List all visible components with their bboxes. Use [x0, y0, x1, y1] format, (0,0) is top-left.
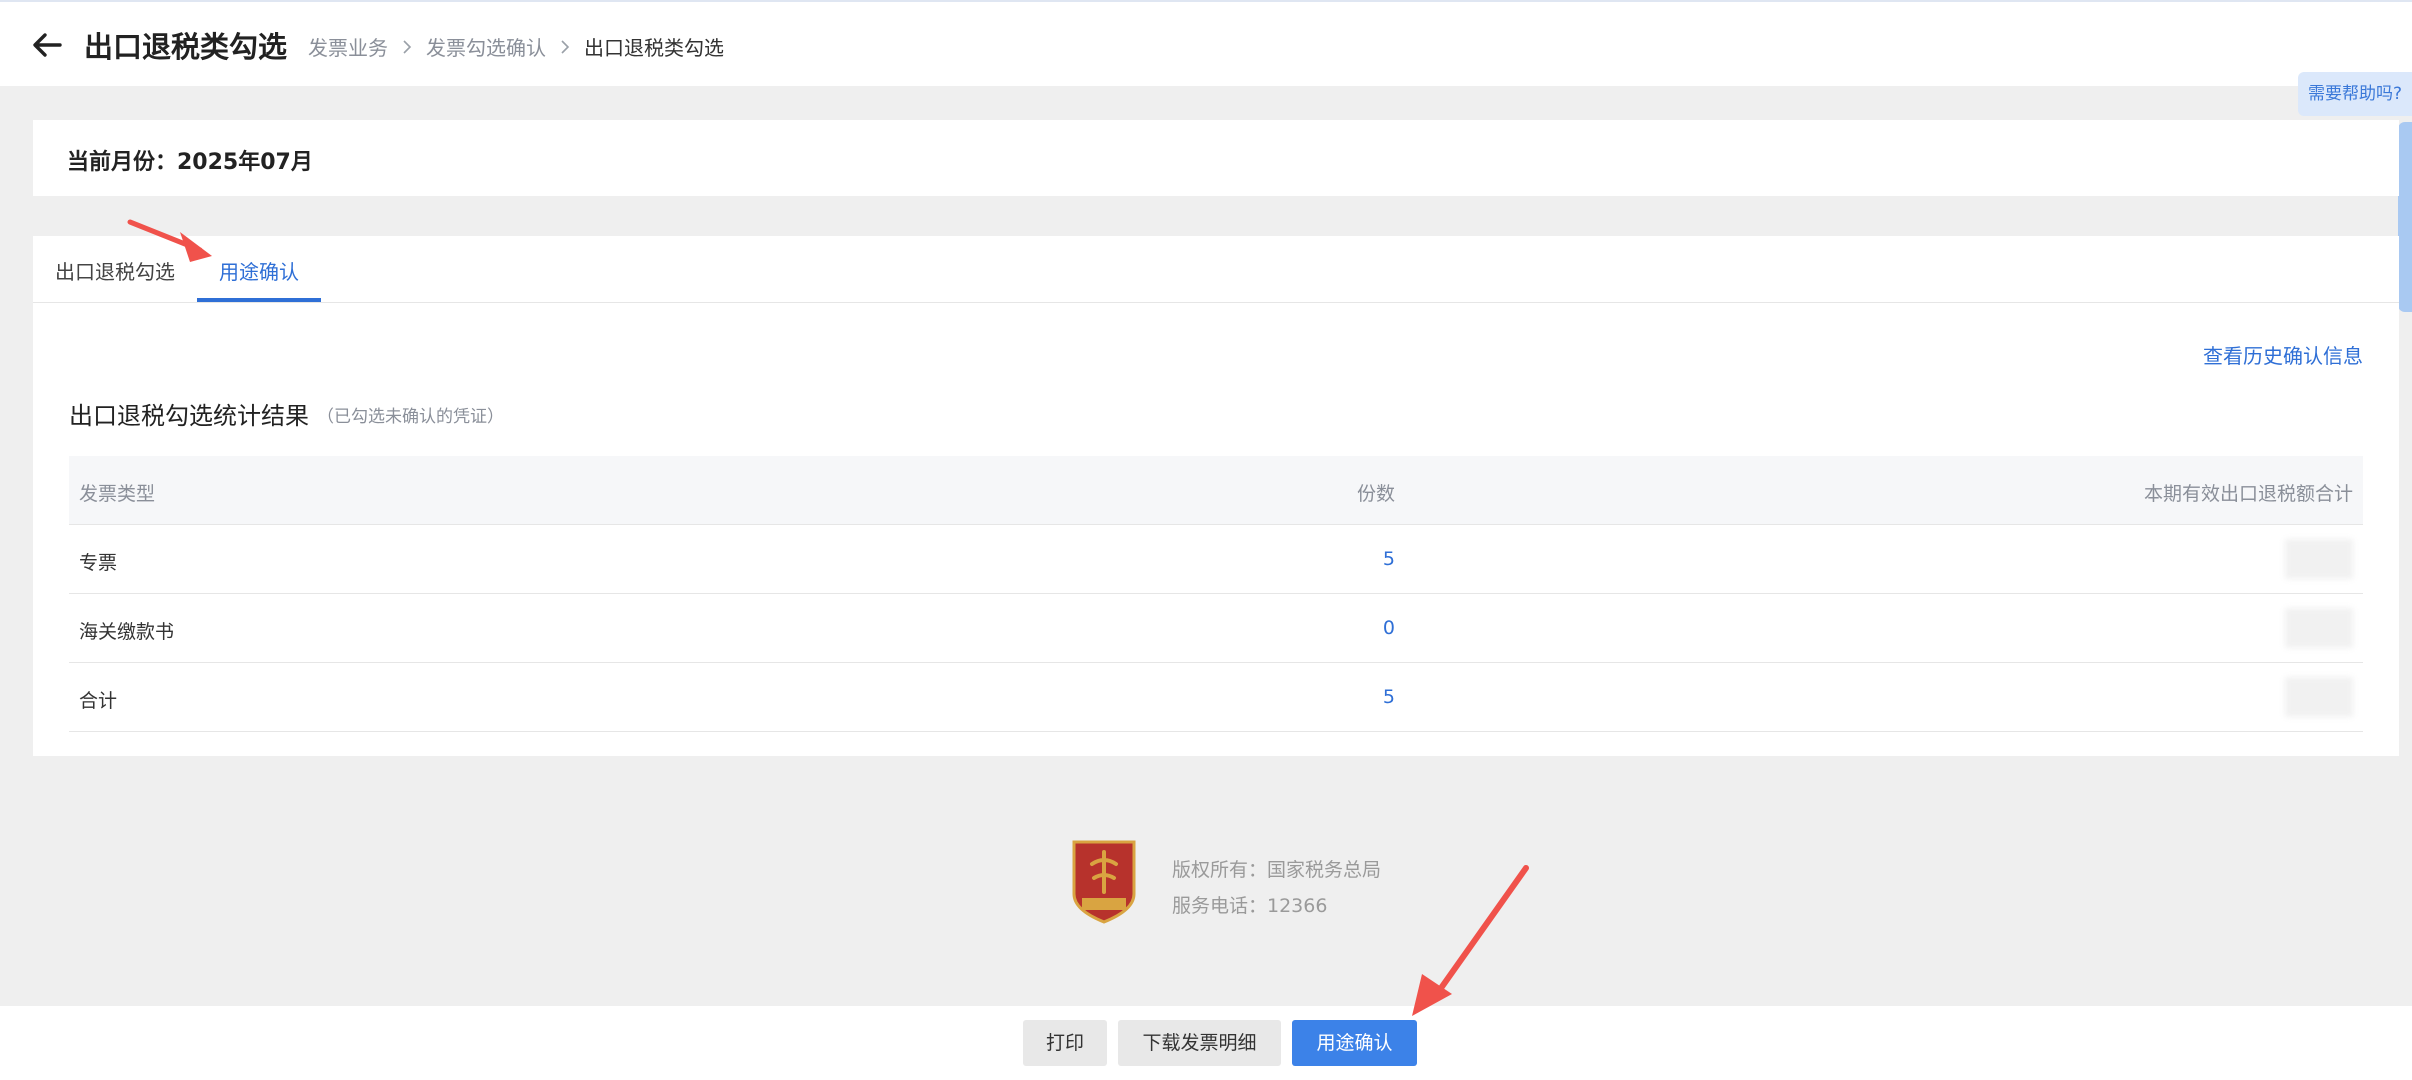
section-title: 出口退税勾选统计结果 — [69, 402, 309, 430]
month-card: 当前月份：2025年07月 — [33, 120, 2399, 196]
annotation-arrow-icon — [1412, 865, 1529, 1016]
tax-bureau-logo — [1072, 840, 1136, 924]
bottom-action-bar: 打印 下载发票明细 用途确认 — [0, 1006, 2412, 1080]
back-arrow-icon[interactable] — [30, 28, 64, 62]
table-row: 海关缴款书 0 — [69, 594, 2363, 663]
redacted-amount — [2285, 677, 2353, 717]
header-bar: 出口退税类勾选 发票业务 发票勾选确认 出口退税类勾选 — [0, 0, 2412, 86]
redacted-amount — [2285, 608, 2353, 648]
cell-count-link[interactable]: 5 — [1265, 548, 1395, 570]
breadcrumb-item-invoice-select[interactable]: 发票勾选确认 — [426, 32, 546, 61]
usage-confirm-button[interactable]: 用途确认 — [1292, 1020, 1417, 1066]
chevron-right-icon — [403, 39, 412, 54]
active-tab-indicator — [197, 298, 321, 302]
column-header-refund-total: 本期有效出口退税额合计 — [2143, 483, 2353, 505]
section-note: （已勾选未确认的凭证） — [317, 407, 504, 427]
breadcrumb: 发票业务 发票勾选确认 出口退税类勾选 — [308, 32, 724, 61]
cell-invoice-type: 海关缴款书 — [79, 621, 175, 643]
help-button[interactable]: 需要帮助吗? — [2298, 72, 2412, 116]
tab-bar: 出口退税勾选 用途确认 — [33, 236, 2399, 303]
table-header-row: 发票类型 份数 本期有效出口退税额合计 — [69, 456, 2363, 525]
table-row: 专票 5 — [69, 525, 2363, 594]
cell-count-link[interactable]: 0 — [1265, 617, 1395, 639]
cell-count-link[interactable]: 5 — [1265, 686, 1395, 708]
print-button[interactable]: 打印 — [1023, 1020, 1107, 1066]
footer-info: 版权所有：国家税务总局 服务电话：12366 — [1172, 852, 1381, 924]
chevron-right-icon — [561, 39, 570, 54]
redacted-amount — [2285, 539, 2353, 579]
column-header-count: 份数 — [1356, 483, 1395, 505]
main-card: 出口退税勾选 用途确认 查看历史确认信息 出口退税勾选统计结果 （已勾选未确认的… — [33, 236, 2399, 756]
footer-copyright: 版权所有：国家税务总局 — [1172, 859, 1382, 881]
cell-invoice-type: 合计 — [79, 690, 118, 712]
table-row: 合计 5 — [69, 663, 2363, 732]
scrollbar-thumb[interactable] — [2398, 122, 2412, 312]
breadcrumb-item-invoice-business[interactable]: 发票业务 — [308, 32, 388, 61]
current-month-label: 当前月份：2025年07月 — [67, 150, 313, 175]
cell-invoice-type: 专票 — [79, 552, 118, 574]
breadcrumb-item-current: 出口退税类勾选 — [584, 36, 724, 60]
tab-export-refund-select[interactable]: 出口退税勾选 — [55, 256, 175, 285]
footer-phone: 服务电话：12366 — [1172, 895, 1328, 917]
view-history-link[interactable]: 查看历史确认信息 — [2203, 340, 2363, 369]
tab-usage-confirm[interactable]: 用途确认 — [219, 256, 299, 285]
download-invoice-details-button[interactable]: 下载发票明细 — [1118, 1020, 1281, 1066]
stats-table: 发票类型 份数 本期有效出口退税额合计 专票 5 海关缴款书 0 合计 5 — [69, 456, 2363, 732]
page-title: 出口退税类勾选 — [84, 30, 288, 64]
column-header-invoice-type: 发票类型 — [79, 483, 156, 505]
